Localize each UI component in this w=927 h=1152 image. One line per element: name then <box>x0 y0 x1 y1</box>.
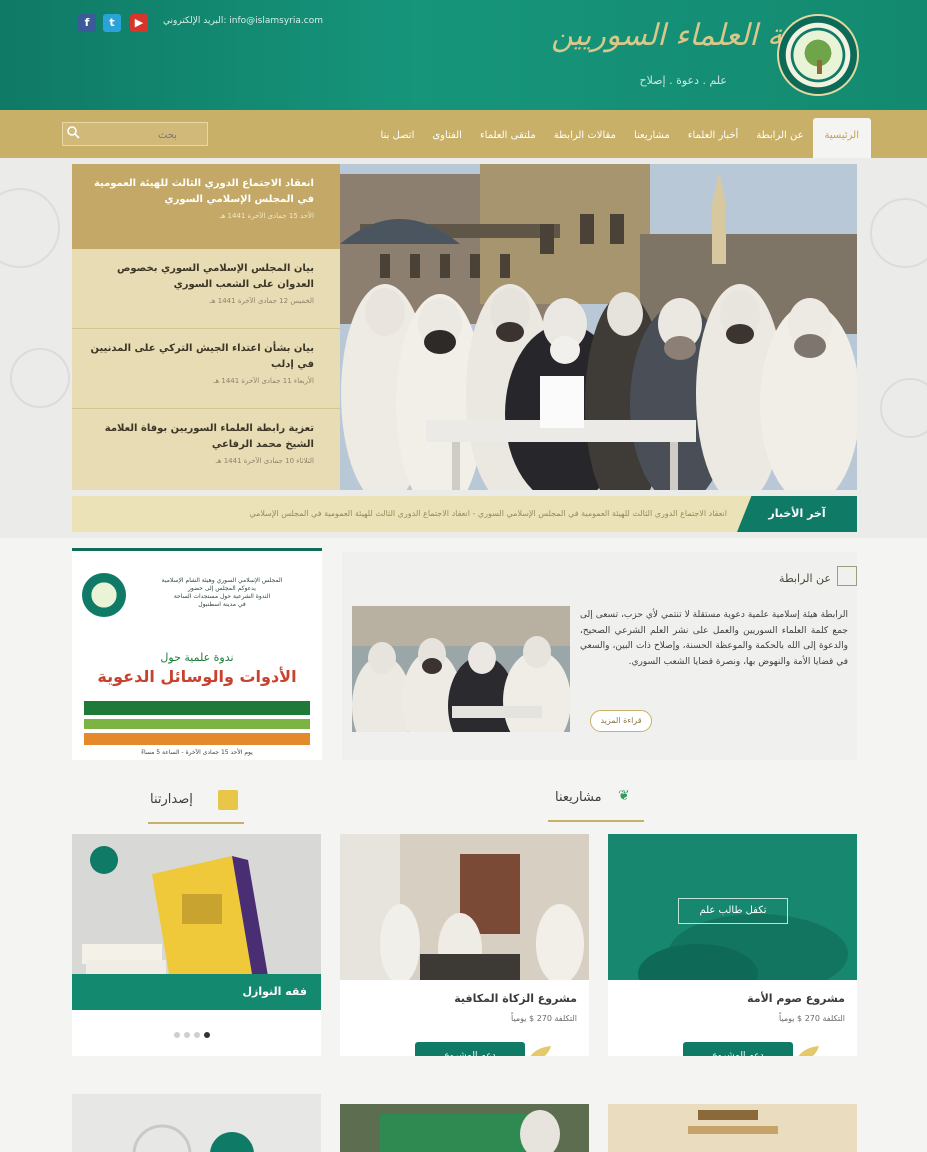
search-icon[interactable] <box>66 125 80 139</box>
publications-carousel[interactable]: فقه النوازل <box>72 834 321 1056</box>
twitter-icon[interactable]: t <box>103 14 121 32</box>
project-image <box>340 834 589 980</box>
carousel-dot[interactable] <box>204 1032 210 1038</box>
flyer-title: الأدوات والوسائل الدعوية <box>97 667 297 686</box>
heading-underline <box>548 820 644 822</box>
project-card[interactable]: تكفل طالب علم مشروع صوم الأمة التكلفة 27… <box>608 834 857 1056</box>
publication-title[interactable]: فقه النوازل <box>72 974 321 1010</box>
ticker-label: آخر الأخبار <box>737 496 857 532</box>
about-title: عن الرابطة <box>779 572 831 585</box>
nav-item[interactable]: اتصل بنا <box>372 118 424 158</box>
news-date: الأحد 15 جمادى الآخرة 1441 هـ <box>219 212 314 220</box>
flyer-footer: يوم الأحد 15 جمادى الآخرة - الساعة 5 مسا… <box>141 749 253 756</box>
heading-underline <box>148 822 244 824</box>
project-amount: التكلفة 270 $ يومياً <box>511 1014 577 1023</box>
news-title[interactable]: بيان المجلس الإسلامي السوري بخصوص العدوا… <box>88 261 314 293</box>
news-item[interactable]: بيان بشأن اعتداء الجيش التركي على المدني… <box>72 329 340 409</box>
ticker-text[interactable]: انعقاد الاجتماع الدوري الثالث للهيئة الع… <box>87 496 727 532</box>
news-date: الثلاثاء 10 جمادى الآخرة 1441 هـ <box>215 457 314 465</box>
facebook-icon[interactable]: f <box>78 14 96 32</box>
project-title[interactable]: مشروع صوم الأمة <box>747 992 845 1005</box>
nav-item[interactable]: مشاريعنا <box>625 118 679 158</box>
publications-heading: إصدارتنا <box>150 792 193 807</box>
site-tagline: علم . دعوة . إصلاح <box>639 74 727 87</box>
news-title[interactable]: تعزية رابطة العلماء السوريين بوفاة العلا… <box>88 421 314 453</box>
leaf-icon: ❦ <box>618 788 630 804</box>
hero-photo[interactable] <box>340 164 857 490</box>
nav-items: الرئيسية عن الرابطة أخبار العلماء مشاريعنا م… <box>372 118 871 158</box>
flyer-lines: المجلس الإسلامي السوري وهيئة الشام الإسل… <box>132 577 312 609</box>
nav-item[interactable]: الفتاوى <box>423 118 471 158</box>
carousel-dots <box>174 1032 210 1038</box>
flyer-heading: ندوة علمية حول <box>160 651 234 664</box>
project-card[interactable] <box>340 1104 589 1152</box>
flyer-line: يدعوكم المجلس إلى حضور <box>188 585 256 592</box>
flyer-bar <box>84 719 310 729</box>
news-date: الأربعاء 11 جمادى الآخرة 1441 هـ <box>213 377 314 385</box>
project-title[interactable]: مشروع الزكاة المكافية <box>454 992 577 1005</box>
about-photo <box>352 606 570 732</box>
flyer-line: الندوة الشرعية حول مستجدات الساحة <box>173 593 271 600</box>
news-ticker: آخر الأخبار انعقاد الاجتماع الدوري الثال… <box>72 496 857 532</box>
news-item[interactable]: تعزية رابطة العلماء السوريين بوفاة العلا… <box>72 409 340 490</box>
news-item[interactable]: انعقاد الاجتماع الدوري الثالث للهيئة الع… <box>72 164 340 249</box>
news-date: الخميس 12 جمادى الآخرة 1441 هـ <box>209 297 314 305</box>
news-title[interactable]: بيان بشأن اعتداء الجيش التركي على المدني… <box>88 341 314 373</box>
search-input[interactable] <box>63 124 183 147</box>
read-more-button[interactable]: قراءة المزيد <box>590 710 652 732</box>
sponsor-button[interactable]: تكفل طالب علم <box>678 898 788 924</box>
publication-card[interactable] <box>72 1094 321 1152</box>
nav-item[interactable]: مقالات الرابطة <box>545 118 625 158</box>
event-flyer[interactable]: المجلس الإسلامي السوري وهيئة الشام الإسل… <box>72 548 322 760</box>
flyer-line: المجلس الإسلامي السوري وهيئة الشام الإسل… <box>161 577 283 584</box>
nav-item[interactable]: الرئيسية <box>812 118 871 158</box>
flyer-line: في مدينة اسطنبول <box>198 601 246 608</box>
support-project-button[interactable]: دعم المشروع <box>415 1042 525 1056</box>
project-image: تكفل طالب علم <box>608 834 857 980</box>
contact-email[interactable]: البريد الإلكتروني: info@islamsyria.com <box>163 16 323 26</box>
document-icon <box>837 566 857 586</box>
projects-heading: مشاريعنا <box>555 790 602 805</box>
nav-item[interactable]: ملتقى العلماء <box>471 118 545 158</box>
nav-item[interactable]: عن الرابطة <box>747 118 812 158</box>
carousel-dot[interactable] <box>194 1032 200 1038</box>
news-item[interactable]: بيان المجلس الإسلامي السوري بخصوص العدوا… <box>72 249 340 329</box>
carousel-dot[interactable] <box>184 1032 190 1038</box>
news-title[interactable]: انعقاد الاجتماع الدوري الثالث للهيئة الع… <box>88 176 314 208</box>
site-header: f t ▶ البريد الإلكتروني: info@islamsyria… <box>0 0 927 110</box>
flyer-bar <box>84 701 310 715</box>
nav-item[interactable]: أخبار العلماء <box>679 118 748 158</box>
about-text: الرابطة هيئة إسلامية علمية دعوية مستقلة … <box>580 610 848 667</box>
youtube-icon[interactable]: ▶ <box>130 14 148 32</box>
project-card[interactable] <box>608 1104 857 1152</box>
search-box <box>62 122 208 147</box>
news-list: انعقاد الاجتماع الدوري الثالث للهيئة الع… <box>72 164 340 490</box>
project-card[interactable]: مشروع الزكاة المكافية التكلفة 270 $ يومي… <box>340 834 589 1056</box>
leaf-icon <box>530 1046 551 1056</box>
project-amount: التكلفة 270 $ يومياً <box>779 1014 845 1023</box>
leaf-icon <box>798 1046 819 1056</box>
book-icon <box>218 790 238 810</box>
carousel-dot[interactable] <box>174 1032 180 1038</box>
site-logo[interactable] <box>777 14 859 96</box>
publication-cover[interactable]: فقه النوازل <box>72 834 321 1010</box>
flyer-bar <box>84 733 310 745</box>
flyer-logo <box>82 573 126 617</box>
support-project-button[interactable]: دعم المشروع <box>683 1042 793 1056</box>
